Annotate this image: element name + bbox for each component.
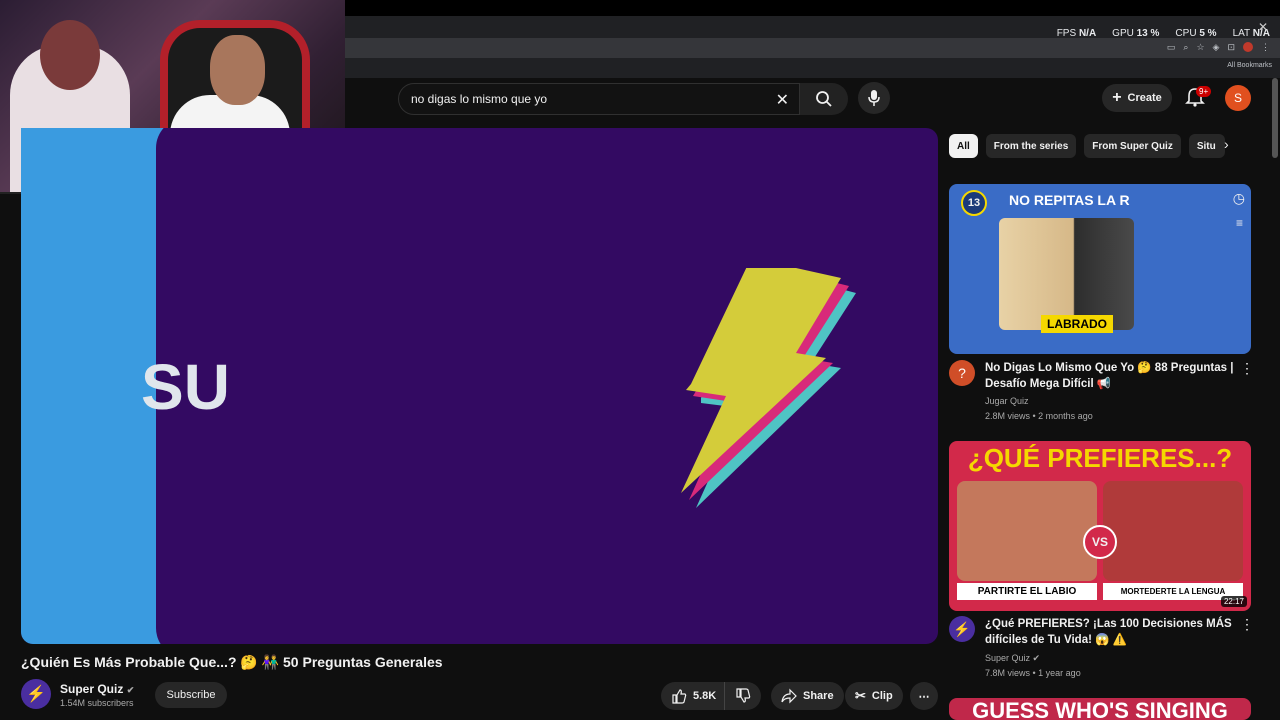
profile-icon[interactable] <box>1243 42 1253 52</box>
mic-icon <box>868 90 880 106</box>
channel-avatar[interactable]: ? <box>949 360 975 386</box>
thumb-left-caption: PARTIRTE EL LABIO <box>957 583 1097 600</box>
like-count: 5.8K <box>693 690 717 702</box>
lightning-bolt-icon <box>681 268 856 508</box>
thumb-text: GUESS WHO'S SINGING <box>972 698 1228 720</box>
more-vert-icon[interactable]: ⋮ <box>1240 360 1254 377</box>
dislike-button[interactable] <box>724 682 761 710</box>
search-input[interactable] <box>411 92 771 106</box>
extension-icon[interactable]: ◈ <box>1213 42 1220 53</box>
channel-avatar[interactable]: ⚡ <box>949 616 975 642</box>
clip-button[interactable]: ✂ Clip <box>845 682 903 710</box>
rec-title[interactable]: No Digas Lo Mismo Que Yo 🤔 88 Preguntas … <box>985 360 1235 392</box>
chip-from-super-quiz[interactable]: From Super Quiz <box>1084 134 1181 158</box>
thumb-right-image <box>1103 481 1243 581</box>
more-vert-icon[interactable]: ⋮ <box>1240 616 1254 633</box>
video-title: ¿Quién Es Más Probable Que...? 🤔 👫 50 Pr… <box>21 654 443 670</box>
thumbs-down-icon <box>736 688 751 703</box>
video-player[interactable]: SU <box>21 128 938 644</box>
channel-avatar[interactable]: ⚡ <box>21 679 51 709</box>
share-label: Share <box>803 690 834 702</box>
more-horizontal-icon: ⋯ <box>918 690 930 703</box>
chip-all[interactable]: All <box>949 134 978 158</box>
question-icon: ? <box>958 365 966 381</box>
chip-from-series[interactable]: From the series <box>985 134 1077 158</box>
like-button[interactable]: 5.8K <box>661 682 725 710</box>
thumb-text: ¿QUÉ PREFIERES...? <box>967 443 1233 473</box>
zoom-icon[interactable]: ⌕ <box>1183 42 1188 53</box>
search-button[interactable] <box>800 83 848 115</box>
extension-icons: ▭ ⌕ ☆ ◈ ⊡ ⋮ <box>1167 42 1270 53</box>
chip-situ[interactable]: Situ <box>1188 134 1225 158</box>
window-close-icon[interactable]: ✕ <box>1258 20 1268 34</box>
plus-icon: + <box>1112 89 1122 106</box>
thumb-caption: LABRADO <box>1041 315 1113 333</box>
watch-later-icon[interactable]: ◷ <box>1233 190 1245 207</box>
video-duration: 22:17 <box>1220 596 1247 607</box>
create-label: Create <box>1127 92 1162 104</box>
scissors-icon: ✂ <box>855 688 866 703</box>
rec-thumbnail[interactable]: ¿QUÉ PREFIERES...? VS PARTIRTE EL LABIO … <box>949 441 1251 611</box>
clear-search-icon[interactable]: ✕ <box>776 90 789 110</box>
add-to-queue-icon[interactable]: ≡ <box>1236 216 1243 230</box>
account-avatar[interactable]: S <box>1225 85 1251 111</box>
share-icon <box>781 688 797 704</box>
player-logo-text: SU <box>141 351 230 423</box>
search-box[interactable]: ✕ <box>398 83 800 115</box>
channel-name[interactable]: Super Quiz ✔ <box>60 682 134 696</box>
verified-icon: ✔ <box>126 685 135 695</box>
thumb-text: NO REPITAS LA R <box>1009 192 1130 208</box>
thumb-left-image <box>957 481 1097 581</box>
thumbs-up-icon <box>672 689 687 704</box>
more-actions-button[interactable]: ⋯ <box>910 682 938 710</box>
search-icon <box>816 91 832 107</box>
share-button[interactable]: Share <box>771 682 844 710</box>
puzzle-icon[interactable]: ⊡ <box>1227 42 1235 53</box>
verified-icon: ✔ <box>1032 653 1041 663</box>
notification-count-badge: 9+ <box>1196 86 1212 97</box>
rec-channel[interactable]: Super Quiz ✔ <box>985 653 1040 664</box>
page-scrollbar[interactable] <box>1272 78 1278 158</box>
thumb-dog-image <box>999 218 1134 330</box>
create-button[interactable]: + Create <box>1102 84 1172 112</box>
rec-channel[interactable]: Jugar Quiz <box>985 396 1029 406</box>
rec-meta: 2.8M views • 2 months ago <box>985 411 1093 421</box>
lightning-icon: ⚡ <box>26 686 46 703</box>
menu-icon[interactable]: ⋮ <box>1261 42 1270 53</box>
filter-chips: All From the series From Super Quiz Situ <box>949 134 1225 158</box>
rec-thumbnail[interactable]: GUESS WHO'S SINGING <box>949 698 1251 720</box>
thumb-badge: 13 <box>961 190 987 216</box>
chips-next-icon[interactable]: › <box>1224 136 1229 152</box>
rec-thumbnail[interactable]: 13 NO REPITAS LA R LABRADO ◷ ≡ <box>949 184 1251 354</box>
voice-search-button[interactable] <box>858 82 890 114</box>
star-icon[interactable]: ☆ <box>1196 42 1204 53</box>
thumb-vs: VS <box>1083 525 1117 559</box>
rec-meta: 7.8M views • 1 year ago <box>985 668 1081 678</box>
subscribe-button[interactable]: Subscribe <box>155 682 227 708</box>
screen-icon[interactable]: ▭ <box>1167 42 1176 53</box>
all-bookmarks-link[interactable]: All Bookmarks <box>1227 62 1272 69</box>
lightning-icon: ⚡ <box>953 620 971 637</box>
clip-label: Clip <box>871 690 893 702</box>
subscriber-count: 1.54M subscribers <box>60 698 134 708</box>
rec-title[interactable]: ¿Qué PREFIERES? ¡Las 100 Decisiones MÁS … <box>985 616 1235 648</box>
